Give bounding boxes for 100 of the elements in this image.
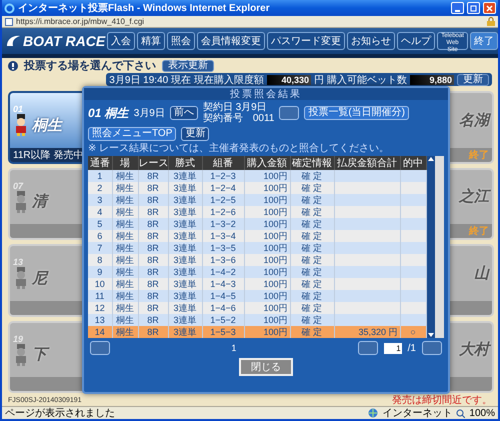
column-header: 購入金額 xyxy=(244,156,290,170)
table-row[interactable]: 2 桐生 8R 3連単 1−2−4 100円 確 定 xyxy=(88,182,426,194)
venue-name: 尼 xyxy=(32,268,47,288)
status-message: ページが表示されました xyxy=(5,406,116,420)
scroll-up-icon[interactable] xyxy=(428,156,434,161)
refresh-button[interactable]: 表示更新 xyxy=(162,60,214,72)
venue-code: 01 xyxy=(13,104,24,114)
close-dialog-button[interactable]: 閉じる xyxy=(239,358,293,376)
lock-icon xyxy=(487,17,495,26)
zoom-text[interactable]: 100% xyxy=(469,408,495,418)
mascot-icon xyxy=(13,190,29,213)
browser-icon xyxy=(4,2,15,14)
table-cell: 14 xyxy=(88,326,112,338)
scroll-down-icon[interactable] xyxy=(428,333,434,338)
mascot-icon xyxy=(13,114,29,136)
menu-button[interactable]: 照会メニューTOP xyxy=(88,127,176,141)
next-page-button[interactable] xyxy=(358,341,378,355)
minimize-button[interactable] xyxy=(451,2,464,14)
column-header: 組番 xyxy=(202,156,244,170)
limit-value: 40,330 xyxy=(267,74,311,84)
address-bar[interactable]: https://i.mbrace.or.jp/mbw_410_f.cgi xyxy=(2,16,498,28)
table-row[interactable]: 7 桐生 8R 3連単 1−3−5 100円 確 定 xyxy=(88,242,426,254)
page-input[interactable]: 1 xyxy=(384,342,402,354)
logo-icon xyxy=(5,34,21,48)
venue-name: 大村 xyxy=(459,340,489,360)
header-button[interactable]: 会員情報変更 xyxy=(197,32,266,50)
table-cell: 確 定 xyxy=(290,326,334,338)
header-button[interactable]: お知らせ xyxy=(347,32,396,50)
bets-value: 9,880 xyxy=(410,74,454,84)
table-row[interactable]: 4 桐生 8R 3連単 1−2−6 100円 確 定 xyxy=(88,206,426,218)
sale-status: 11R以降 発売中 xyxy=(13,148,84,162)
dialog-title: 投票照会結果 xyxy=(230,88,302,101)
table-cell: 桐生 xyxy=(112,326,138,338)
address-text: https://i.mbrace.or.jp/mbw_410_f.cgi xyxy=(16,17,146,26)
venue-name: 下 xyxy=(32,345,47,364)
limit-label: 現在購入限度額 xyxy=(194,74,264,86)
globe-icon xyxy=(368,408,378,418)
table-row[interactable]: 11 桐生 8R 3連単 1−4−5 100円 確 定 xyxy=(88,290,426,302)
zone-text: インターネット xyxy=(382,407,452,420)
notice-text: 発売は締切間近です。 xyxy=(392,396,492,406)
sale-status: 終了 xyxy=(469,148,489,162)
bets-label: 購入可能ベット数 xyxy=(327,74,407,86)
column-header: 勝式 xyxy=(168,156,202,170)
column-header: 確定情報 xyxy=(290,156,334,170)
venue-name: 名湖 xyxy=(459,110,489,130)
next-button[interactable] xyxy=(279,106,300,120)
header-button[interactable]: パスワード変更 xyxy=(267,32,346,50)
note-text: ※ レース結果については、主催者発表のものと照合してください。 xyxy=(88,143,390,154)
mascot-icon xyxy=(13,267,29,290)
page-total: /1 xyxy=(408,342,416,354)
column-header: 通番 xyxy=(88,156,112,170)
prompt-text: 投票する場を選んで下さい xyxy=(24,58,156,73)
header-button[interactable]: 終了 xyxy=(470,32,498,50)
yen-unit: 円 xyxy=(314,74,324,86)
contract-date: 契約日 3月9日 xyxy=(202,102,268,113)
zoom-icon xyxy=(456,408,466,418)
info-icon xyxy=(8,60,18,70)
prev-page-button[interactable] xyxy=(90,341,110,355)
column-header: 的中 xyxy=(400,156,426,170)
prev-button[interactable]: 前へ xyxy=(170,106,198,120)
venue-name: 之江 xyxy=(459,187,489,206)
page-number: 1 xyxy=(230,343,238,353)
table-cell: 35,320 円 xyxy=(334,326,400,338)
table-cell: ○ xyxy=(400,326,426,338)
table-row[interactable]: 8 桐生 8R 3連単 1−3−6 100円 確 定 xyxy=(88,254,426,266)
table-cell: 3連単 xyxy=(168,326,202,338)
close-icon xyxy=(486,4,493,12)
venue-name: 桐生 xyxy=(32,116,62,135)
table-row[interactable]: 14 桐生 8R 3連単 1−5−3 100円 確 定 35,320 円 ○ xyxy=(88,326,426,338)
header-button[interactable]: 照会 xyxy=(167,32,196,50)
update-button[interactable]: 更新 xyxy=(181,127,210,141)
table-row[interactable]: 9 桐生 8R 3連単 1−4−2 100円 確 定 xyxy=(88,266,426,278)
update-button[interactable]: 更新 xyxy=(457,74,489,86)
table-row[interactable]: 1 桐生 8R 3連単 1−2−3 100円 確 定 xyxy=(88,170,426,182)
column-header: レース xyxy=(138,156,168,170)
contract-number: 契約番号 0011 xyxy=(202,113,274,124)
maximize-button[interactable] xyxy=(467,2,480,14)
logo-text: BOAT RACE xyxy=(23,33,106,49)
table-row[interactable]: 3 桐生 8R 3連単 1−2−5 100円 確 定 xyxy=(88,194,426,206)
header-button[interactable]: ヘルプ xyxy=(397,32,436,50)
maximize-icon xyxy=(470,4,477,12)
table-row[interactable]: 10 桐生 8R 3連単 1−4−3 100円 確 定 xyxy=(88,278,426,290)
timestamp-text: 3月9日 19:40 現在 xyxy=(109,74,191,86)
header-button[interactable]: 精算 xyxy=(137,32,166,50)
list-button[interactable]: 投票一覧(当日開催分) xyxy=(304,106,410,120)
table-row[interactable]: 12 桐生 8R 3連単 1−4−6 100円 確 定 xyxy=(88,302,426,314)
close-button[interactable] xyxy=(483,2,496,14)
mascot-icon xyxy=(13,344,29,366)
column-header: 場 xyxy=(112,156,138,170)
table-cell: 8R xyxy=(138,326,168,338)
date-text: 3月9日 xyxy=(134,107,165,120)
sale-status: 終了 xyxy=(469,224,489,238)
column-header: 払戻金額合計 xyxy=(334,156,400,170)
header-button[interactable]: 入会 xyxy=(107,32,136,50)
table-row[interactable]: 13 桐生 8R 3連単 1−5−2 100円 確 定 xyxy=(88,314,426,326)
page-icon xyxy=(5,18,13,26)
venue-name: 山 xyxy=(474,264,489,283)
venue-name: 清 xyxy=(32,192,47,212)
table-row[interactable]: 6 桐生 8R 3連単 1−3−4 100円 確 定 xyxy=(88,230,426,242)
table-row[interactable]: 5 桐生 8R 3連単 1−3−2 100円 確 定 xyxy=(88,218,426,230)
